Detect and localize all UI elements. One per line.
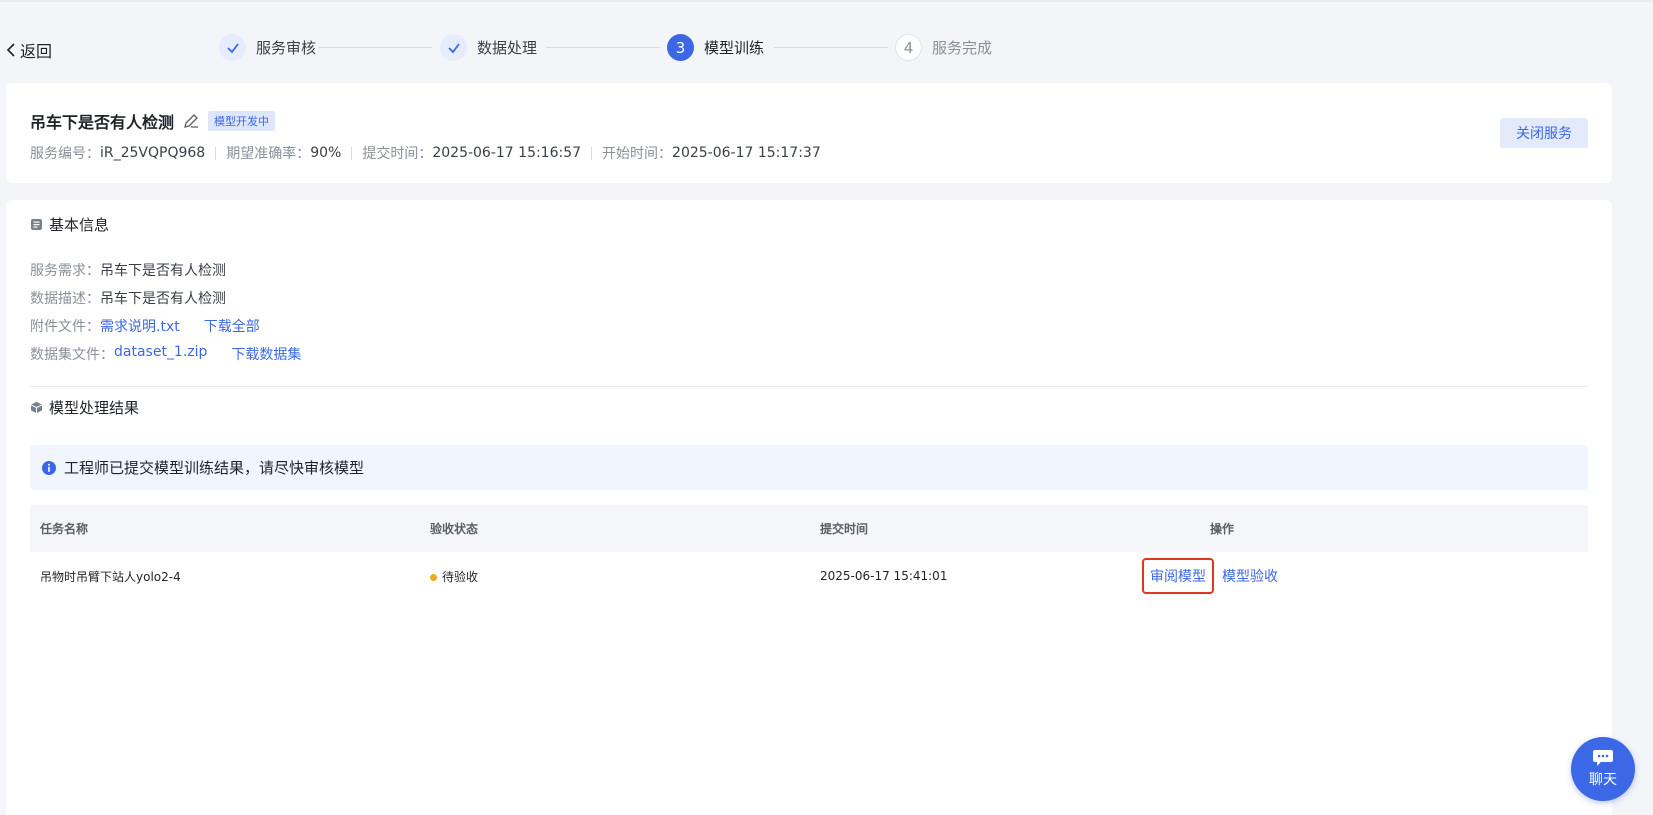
- field-label: 数据集文件：: [30, 347, 114, 363]
- service-detail-card: 基本信息 服务需求： 吊车下是否有人检测 数据描述： 吊车下是否有人检测 附件文…: [6, 200, 1612, 815]
- meta-key: 期望准确率：: [226, 146, 311, 162]
- chat-bubble-icon: [1593, 750, 1613, 766]
- table-header: 任务名称 验收状态 提交时间 操作: [30, 505, 1588, 552]
- status-dot: [430, 573, 437, 581]
- service-summary-card: 吊车下是否有人检测 模型开发中 服务编号： iR_25VQPQ968 期望准确率…: [6, 83, 1612, 183]
- step-number: 4: [895, 34, 922, 61]
- service-title: 吊车下是否有人检测: [30, 113, 175, 132]
- divider: [215, 146, 217, 160]
- field-label: 服务需求：: [30, 263, 100, 279]
- step-label: 数据处理: [477, 39, 538, 57]
- edit-icon[interactable]: [182, 112, 200, 130]
- task-name: 吊物时吊臂下站人yolo2-4: [40, 569, 181, 584]
- dataset-file-link[interactable]: dataset_1.zip: [114, 344, 207, 364]
- meta-key: 服务编号：: [30, 146, 100, 162]
- download-dataset-link[interactable]: 下载数据集: [231, 344, 301, 364]
- check-icon: [440, 34, 467, 61]
- document-icon: [31, 219, 42, 230]
- chevron-left-icon: [6, 43, 15, 57]
- chat-label: 聊天: [1589, 772, 1617, 788]
- field-label: 数据描述：: [30, 291, 100, 307]
- section-divider: [30, 386, 1588, 387]
- divider: [351, 146, 353, 160]
- check-icon: [219, 34, 246, 61]
- notice-banner: 工程师已提交模型训练结果，请尽快审核模型: [30, 445, 1588, 490]
- column-header: 提交时间: [820, 522, 869, 536]
- step-label: 模型训练: [704, 39, 765, 57]
- step-connector: [774, 47, 888, 48]
- info-icon: [42, 460, 56, 475]
- status-cell: 待验收: [430, 568, 478, 585]
- results-heading: 模型处理结果: [30, 397, 139, 418]
- step-data-processing: 数据处理: [440, 34, 537, 61]
- close-service-button[interactable]: 关闭服务: [1500, 118, 1588, 148]
- step-connector: [318, 47, 432, 48]
- field-value: 吊车下是否有人检测: [100, 263, 226, 279]
- step-service-review: 服务审核: [219, 34, 316, 61]
- step-model-training: 3 模型训练: [667, 34, 764, 61]
- chat-button[interactable]: 聊天: [1571, 737, 1635, 801]
- column-header: 验收状态: [430, 522, 479, 536]
- divider: [591, 146, 593, 160]
- top-divider: [0, 0, 1653, 2]
- service-meta: 服务编号： iR_25VQPQ968 期望准确率： 90% 提交时间： 2025…: [30, 143, 821, 163]
- review-model-button[interactable]: 审阅模型: [1142, 558, 1214, 594]
- meta-value: 90%: [310, 145, 342, 161]
- step-label: 服务完成: [932, 39, 993, 57]
- dataset-row: 数据集文件： dataset_1.zip 下载数据集: [30, 344, 301, 364]
- meta-value: 2025-06-17 15:17:37: [672, 145, 821, 161]
- meta-value: 2025-06-17 15:16:57: [432, 145, 582, 161]
- step-label: 服务审核: [256, 39, 317, 57]
- column-header: 操作: [1210, 522, 1235, 536]
- attachment-file-link[interactable]: 需求说明.txt: [100, 316, 180, 336]
- meta-value: iR_25VQPQ968: [100, 145, 206, 161]
- submit-time: 2025-06-17 15:41:01: [820, 569, 948, 583]
- field-label: 附件文件：: [30, 319, 100, 335]
- data-description-row: 数据描述： 吊车下是否有人检测: [30, 288, 226, 308]
- download-all-link[interactable]: 下载全部: [204, 316, 260, 336]
- results-table: 任务名称 验收状态 提交时间 操作 吊物时吊臂下站人yolo2-4 待验收 20…: [30, 505, 1588, 600]
- meta-key: 开始时间：: [602, 146, 673, 162]
- step-service-complete: 4 服务完成: [895, 34, 992, 61]
- section-title: 基本信息: [49, 216, 110, 234]
- accept-model-button[interactable]: 模型验收: [1222, 566, 1278, 586]
- cube-icon: [30, 401, 43, 414]
- step-connector: [546, 47, 660, 48]
- column-header: 任务名称: [40, 522, 89, 536]
- section-title: 模型处理结果: [49, 399, 140, 417]
- back-button[interactable]: 返回: [6, 38, 52, 62]
- back-label: 返回: [20, 42, 53, 61]
- step-number: 3: [667, 34, 694, 61]
- status-text: 待验收: [442, 569, 479, 584]
- attachment-row: 附件文件： 需求说明.txt 下载全部: [30, 316, 260, 336]
- status-badge: 模型开发中: [208, 111, 276, 131]
- meta-key: 提交时间：: [362, 146, 433, 162]
- table-row: 吊物时吊臂下站人yolo2-4 待验收 2025-06-17 15:41:01 …: [30, 552, 1588, 600]
- row-actions: 审阅模型 模型验收: [1142, 558, 1278, 594]
- basic-info-heading: 基本信息: [30, 214, 109, 235]
- requirement-row: 服务需求： 吊车下是否有人检测: [30, 260, 226, 280]
- notice-text: 工程师已提交模型训练结果，请尽快审核模型: [64, 459, 365, 477]
- service-title-row: 吊车下是否有人检测 模型开发中: [30, 109, 276, 133]
- field-value: 吊车下是否有人检测: [100, 291, 226, 307]
